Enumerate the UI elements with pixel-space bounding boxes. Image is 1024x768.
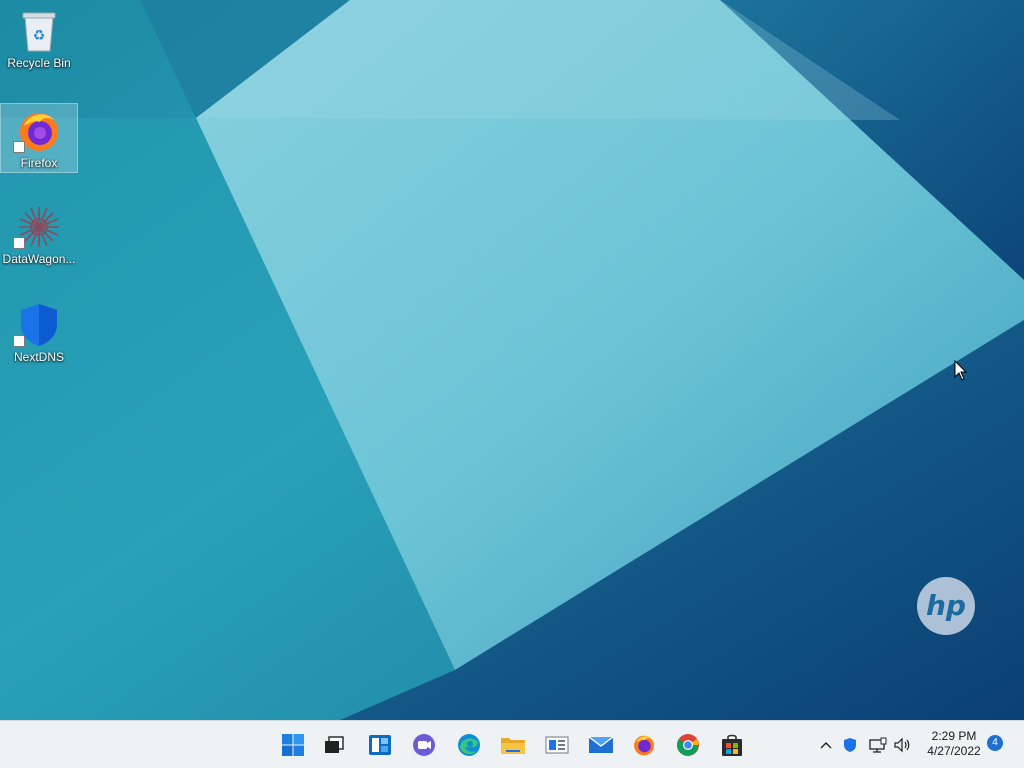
news-icon xyxy=(545,736,569,754)
desktop-icon-label: Firefox xyxy=(20,156,58,170)
mail-button[interactable] xyxy=(583,727,619,763)
network-icon xyxy=(869,737,887,753)
volume-icon xyxy=(894,737,910,753)
chrome-icon xyxy=(677,734,699,756)
edge-button[interactable] xyxy=(451,727,487,763)
chevron-up-icon xyxy=(820,742,832,749)
task-view-button[interactable] xyxy=(316,727,352,763)
store-icon xyxy=(722,734,742,756)
firefox-icon xyxy=(634,735,654,756)
notification-center-badge[interactable]: 4 xyxy=(987,735,1003,751)
windows-start-icon xyxy=(282,734,304,756)
edge-icon xyxy=(458,734,480,756)
mail-icon xyxy=(588,736,614,753)
hp-logo: hp xyxy=(917,577,975,635)
shortcut-arrow-icon xyxy=(13,237,25,249)
desktop-icon-label: NextDNS xyxy=(13,350,64,364)
chrome-button[interactable] xyxy=(670,727,706,763)
task-view-icon xyxy=(325,736,344,753)
shortcut-arrow-icon xyxy=(13,141,25,153)
shield-icon xyxy=(844,738,856,752)
news-button[interactable] xyxy=(539,727,575,763)
wallpaper xyxy=(0,0,1024,720)
taskbar: 2:29 PM 4/27/2022 xyxy=(0,720,1024,768)
clock[interactable]: 2:29 PM 4/27/2022 xyxy=(918,729,990,759)
desktop-icon-nextdns[interactable]: NextDNS xyxy=(0,298,78,368)
folder-icon xyxy=(501,738,525,754)
firefox-taskbar-button[interactable] xyxy=(626,727,662,763)
widgets-button[interactable] xyxy=(362,727,398,763)
security-tray-button[interactable] xyxy=(840,733,860,757)
clock-time: 2:29 PM xyxy=(931,729,977,743)
chat-button[interactable] xyxy=(406,727,442,763)
clock-date: 4/27/2022 xyxy=(927,744,981,758)
recycle-bin-icon: ♻ xyxy=(15,8,63,54)
desktop-icon-label: Recycle Bin xyxy=(7,56,71,70)
firefox-icon xyxy=(13,108,63,154)
show-hidden-icons-button[interactable] xyxy=(816,733,836,757)
desktop[interactable]: ♻ Recycle Bin Firefox DataWagon... NextD… xyxy=(0,0,1024,720)
file-explorer-button[interactable] xyxy=(495,727,531,763)
teams-chat-icon xyxy=(413,734,435,756)
desktop-icon-datawagon[interactable]: DataWagon... xyxy=(0,200,78,270)
desktop-icon-firefox[interactable]: Firefox xyxy=(0,103,78,173)
widgets-icon xyxy=(369,735,391,755)
mouse-pointer-icon xyxy=(954,360,968,381)
store-button[interactable] xyxy=(714,727,750,763)
start-button[interactable] xyxy=(275,727,311,763)
volume-tray-button[interactable] xyxy=(892,733,914,757)
network-tray-button[interactable] xyxy=(866,733,890,757)
shortcut-arrow-icon xyxy=(13,335,25,347)
datawagon-icon xyxy=(13,204,63,250)
desktop-icon-recycle-bin[interactable]: ♻ Recycle Bin xyxy=(0,4,78,74)
hp-logo-text: hp xyxy=(926,589,966,622)
nextdns-shield-icon xyxy=(13,302,63,348)
svg-text:♻: ♻ xyxy=(33,28,46,44)
desktop-icon-label: DataWagon... xyxy=(2,252,76,266)
